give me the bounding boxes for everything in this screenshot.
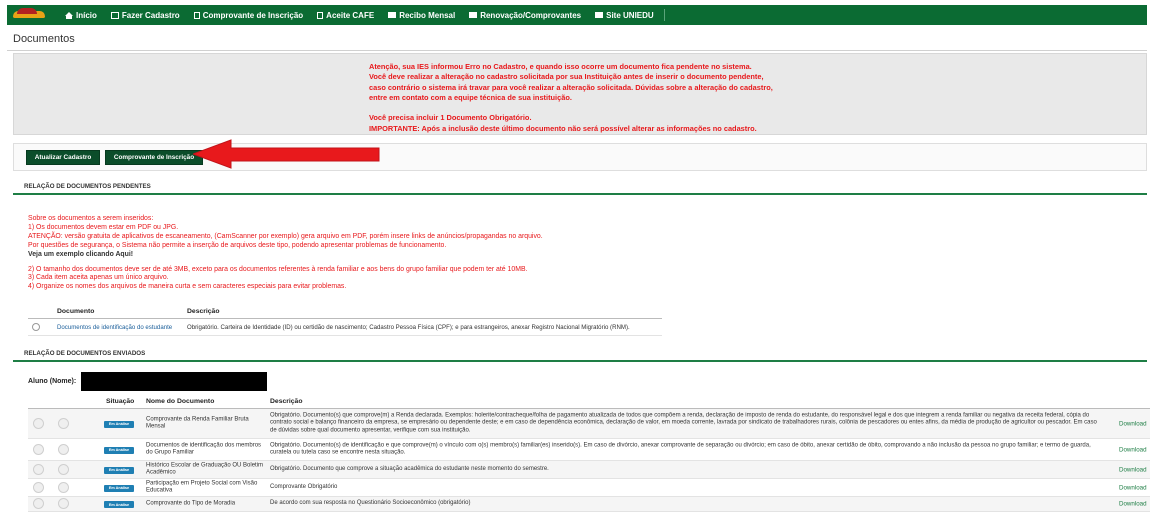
table-row: Em Análise Histórico Escolar de Graduaçã…: [28, 461, 1150, 479]
home-icon: [65, 11, 73, 19]
card-icon: [469, 12, 478, 18]
page-title: Documentos: [13, 33, 75, 45]
red-arrow-annotation: [193, 139, 380, 169]
document-description: Comprovante Obrigatório: [270, 483, 338, 490]
alert-message: Atenção, sua IES informou Erro no Cadast…: [369, 62, 773, 134]
document-description: De acordo com sua resposta no Questionár…: [270, 500, 471, 507]
upload-instructions: Sobre os documentos a serem inseridos: 1…: [28, 215, 543, 292]
table-row: Em Análise Comprovante da Renda Familiar…: [28, 409, 1150, 439]
status-circle-icon: [33, 498, 44, 509]
sent-documents-table: Situação Nome do Documento Descrição Em …: [28, 395, 1150, 512]
alert-line: IMPORTANTE: Após a inclusão deste último…: [369, 123, 757, 133]
instruction-line: 2) O tamanho dos documentos deve ser de …: [28, 265, 528, 273]
alert-line: Atenção, sua IES informou Erro no Cadast…: [369, 62, 752, 71]
action-bar: Atualizar Cadastro Comprovante de Inscri…: [13, 143, 1147, 171]
alert-line: Você precisa incluir 1 Documento Obrigat…: [369, 113, 532, 123]
instruction-line: ATENÇÃO: versão gratuita de aplicativos …: [28, 232, 543, 240]
pending-documents-header: RELAÇÃO DE DOCUMENTOS PENDENTES: [13, 180, 1147, 195]
document-description: Obrigatório. Carteira de Identidade (ID)…: [187, 324, 630, 331]
column-header-nome: Nome do Documento: [146, 398, 215, 405]
alert-line: caso contrário o sistema irá travar para…: [369, 82, 773, 92]
document-name: Comprovante do Tipo de Moradia: [146, 500, 236, 507]
instruction-line: Por questões de segurança, o Sistema não…: [28, 241, 447, 249]
column-header-descricao: Descrição: [270, 398, 303, 405]
edit-icon: [110, 11, 119, 19]
check-circle-icon: [58, 417, 69, 429]
document-description: Obrigatório. Documento(s) que comprove(m…: [270, 412, 1097, 434]
select-radio[interactable]: [32, 323, 40, 331]
status-badge: Em Análise: [104, 420, 134, 428]
status-circle-icon: [33, 463, 44, 475]
document-description: Obrigatório. Documento(s) de identificaç…: [270, 441, 1091, 456]
nav-inicio[interactable]: Início: [65, 11, 97, 20]
download-link[interactable]: Download: [1119, 501, 1147, 508]
nav-site-uniedu[interactable]: Site UNIEDU: [595, 11, 654, 20]
check-circle-icon: [58, 443, 69, 455]
file-icon: [193, 11, 200, 19]
redacted-student-name: [81, 372, 267, 391]
column-header-documento: Documento: [57, 308, 95, 315]
example-link[interactable]: Veja um exemplo clicando Aqui!: [28, 251, 543, 260]
download-link[interactable]: Download: [1119, 484, 1147, 491]
document-description: Obrigatório. Documento que comprove a si…: [270, 465, 549, 472]
alert-line: entre em contato com a equipe técnica de…: [369, 92, 572, 102]
aluno-label: Aluno (Nome):: [28, 378, 77, 385]
status-badge: Em Análise: [104, 466, 134, 474]
table-row: Em Análise Participação em Projeto Socia…: [28, 479, 1150, 497]
title-divider: [7, 50, 1147, 51]
document-name: Histórico Escolar de Graduação OU Boleti…: [146, 462, 264, 476]
comprovante-inscricao-button[interactable]: Comprovante de Inscrição: [105, 150, 203, 165]
document-name: Participação em Projeto Social com Visão…: [146, 480, 258, 494]
nav-comprovante-inscricao[interactable]: Comprovante de Inscrição: [193, 11, 303, 20]
instruction-line: 4) Organize os nomes dos arquivos de man…: [28, 283, 347, 291]
top-navbar: Início Fazer Cadastro Comprovante de Ins…: [7, 5, 1147, 25]
check-circle-icon: [58, 498, 69, 509]
column-header-descricao: Descrição: [187, 308, 220, 315]
document-name: Documentos de identificação dos membros …: [146, 442, 262, 456]
error-alert-box: Atenção, sua IES informou Erro no Cadast…: [13, 53, 1147, 135]
uniedu-logo[interactable]: [11, 5, 51, 25]
status-circle-icon: [33, 481, 44, 493]
status-badge: Em Análise: [104, 446, 134, 454]
status-badge: Em Análise: [104, 501, 134, 508]
download-link[interactable]: Download: [1119, 446, 1147, 453]
file-icon: [317, 11, 324, 19]
column-header-situacao: Situação: [106, 398, 135, 405]
download-link[interactable]: Download: [1119, 420, 1147, 427]
document-name: Comprovante da Renda Familiar Bruta Mens…: [146, 416, 249, 430]
instruction-line: 1) Os documentos devem estar em PDF ou J…: [28, 223, 179, 231]
atualizar-cadastro-button[interactable]: Atualizar Cadastro: [26, 150, 100, 165]
instruction-line: Sobre os documentos a serem inseridos:: [28, 215, 154, 222]
check-circle-icon: [58, 463, 69, 475]
nav-recibo-mensal[interactable]: Recibo Mensal: [388, 11, 455, 20]
table-row: Em Análise Comprovante do Tipo de Moradi…: [28, 497, 1150, 512]
table-header: Documento Descrição: [28, 305, 662, 319]
table-header: Situação Nome do Documento Descrição: [28, 395, 1150, 409]
download-link[interactable]: Download: [1119, 466, 1147, 473]
nav-aceite-cafe[interactable]: Aceite CAFE: [317, 11, 374, 20]
status-badge: Em Análise: [104, 484, 134, 492]
sent-documents-header: RELAÇÃO DE DOCUMENTOS ENVIADOS: [13, 347, 1147, 362]
pending-documents-table: Documento Descrição Documentos de identi…: [28, 305, 662, 336]
document-name-link[interactable]: Documentos de identificação do estudante: [57, 324, 172, 331]
alert-line: Você deve realizar a alteração no cadast…: [369, 72, 764, 82]
instruction-line: 3) Cada item aceita apenas um único arqu…: [28, 274, 169, 282]
table-row: Documentos de identificação do estudante…: [28, 319, 662, 336]
card-icon: [595, 12, 604, 18]
status-circle-icon: [33, 443, 44, 455]
check-circle-icon: [58, 481, 69, 493]
nav-divider: [663, 9, 665, 21]
card-icon: [388, 12, 397, 18]
status-circle-icon: [33, 417, 44, 429]
nav-renovacao-comprovantes[interactable]: Renovação/Comprovantes: [469, 11, 581, 20]
nav-fazer-cadastro[interactable]: Fazer Cadastro: [110, 11, 180, 20]
table-row: Em Análise Documentos de identificação d…: [28, 439, 1150, 461]
